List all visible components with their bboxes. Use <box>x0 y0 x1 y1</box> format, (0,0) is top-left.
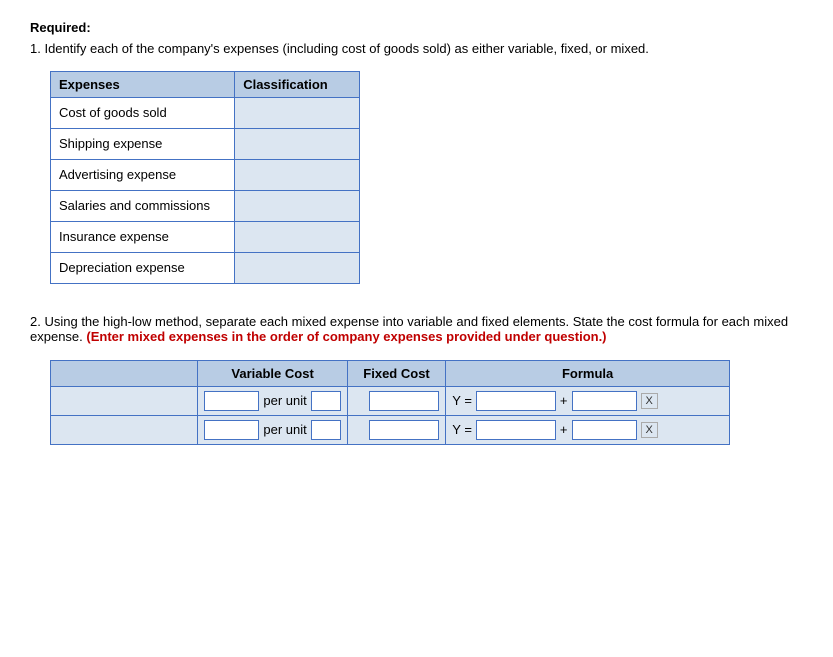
expense-name-1: Cost of goods sold <box>51 97 235 128</box>
table-row: Salaries and commissions <box>51 190 360 221</box>
expense-name-6: Depreciation expense <box>51 252 235 283</box>
classification-input-1[interactable] <box>235 97 360 128</box>
var-cost-input-2b[interactable] <box>311 420 341 440</box>
fixed-cost-cell-2[interactable] <box>347 415 446 444</box>
expense-name-3: Advertising expense <box>51 159 235 190</box>
question2-section: 2. Using the high-low method, separate e… <box>30 314 803 344</box>
fixed-cost-input-1[interactable] <box>369 391 439 411</box>
fixed-cost-col-header: Fixed Cost <box>347 360 446 386</box>
table-row: Advertising expense <box>51 159 360 190</box>
formula-row-2: per unit Y = + X <box>51 415 730 444</box>
required-section: Required: 1. Identify each of the compan… <box>30 20 803 59</box>
expense-name-4: Salaries and commissions <box>51 190 235 221</box>
expenses-classification-table: Expenses Classification Cost of goods so… <box>50 71 360 284</box>
required-label: Required: <box>30 20 803 35</box>
formula-table: Variable Cost Fixed Cost Formula per uni… <box>50 360 730 445</box>
per-unit-label-1: per unit <box>263 393 306 408</box>
question1-instruction: Identify each of the company's expenses … <box>44 41 648 56</box>
var-cost-inner-2: per unit <box>204 420 340 440</box>
classification-field-6[interactable] <box>243 257 351 279</box>
var-cost-cell-1[interactable]: per unit <box>198 386 347 415</box>
classification-field-3[interactable] <box>243 164 351 186</box>
formula-cell-1: Y = + X <box>446 386 730 415</box>
table-row: Depreciation expense <box>51 252 360 283</box>
per-unit-label-2: per unit <box>263 422 306 437</box>
fixed-cost-cell-1[interactable] <box>347 386 446 415</box>
question2-number: 2. <box>30 314 41 329</box>
plus-sign-1: + <box>560 393 568 408</box>
table-row: Shipping expense <box>51 128 360 159</box>
classification-input-5[interactable] <box>235 221 360 252</box>
expense-name-5: Insurance expense <box>51 221 235 252</box>
formula-row-name-input-2[interactable] <box>57 419 191 441</box>
formula-fixed-input-2[interactable] <box>572 420 637 440</box>
formula-var-input-1[interactable] <box>476 391 556 411</box>
formula-var-input-2[interactable] <box>476 420 556 440</box>
fixed-cost-input-2[interactable] <box>369 420 439 440</box>
classification-input-6[interactable] <box>235 252 360 283</box>
expense-name-2: Shipping expense <box>51 128 235 159</box>
formula-row-label-2[interactable] <box>51 415 198 444</box>
formula-fixed-input-1[interactable] <box>572 391 637 411</box>
classification-input-2[interactable] <box>235 128 360 159</box>
expenses-col-header: Expenses <box>51 71 235 97</box>
classification-input-4[interactable] <box>235 190 360 221</box>
question1-number: 1. <box>30 41 41 56</box>
classification-field-2[interactable] <box>243 133 351 155</box>
question2-text-red: (Enter mixed expenses in the order of co… <box>86 329 606 344</box>
classification-input-3[interactable] <box>235 159 360 190</box>
formula-table-wrapper: Variable Cost Fixed Cost Formula per uni… <box>50 360 803 445</box>
empty-col-header <box>51 360 198 386</box>
table-row: Cost of goods sold <box>51 97 360 128</box>
question1-text: 1. Identify each of the company's expens… <box>30 39 803 59</box>
formula-row-name-input-1[interactable] <box>57 390 191 412</box>
formula-inner-1: Y = + X <box>452 391 723 411</box>
classification-field-4[interactable] <box>243 195 351 217</box>
classification-col-header: Classification <box>235 71 360 97</box>
var-cost-input-1[interactable] <box>204 391 259 411</box>
formula-col-header: Formula <box>446 360 730 386</box>
var-cost-cell-2[interactable]: per unit <box>198 415 347 444</box>
var-cost-inner-1: per unit <box>204 391 340 411</box>
var-cost-input-2[interactable] <box>204 420 259 440</box>
classification-field-1[interactable] <box>243 102 351 124</box>
var-cost-input-1b[interactable] <box>311 391 341 411</box>
table-row: Insurance expense <box>51 221 360 252</box>
delete-row-2-button[interactable]: X <box>641 422 658 438</box>
formula-cell-2: Y = + X <box>446 415 730 444</box>
y-equals-label-2: Y = <box>452 422 472 437</box>
plus-sign-2: + <box>560 422 568 437</box>
y-equals-label-1: Y = <box>452 393 472 408</box>
classification-field-5[interactable] <box>243 226 351 248</box>
formula-row-label-1[interactable] <box>51 386 198 415</box>
delete-row-1-button[interactable]: X <box>641 393 658 409</box>
variable-cost-col-header: Variable Cost <box>198 360 347 386</box>
formula-row-1: per unit Y = + X <box>51 386 730 415</box>
formula-inner-2: Y = + X <box>452 420 723 440</box>
